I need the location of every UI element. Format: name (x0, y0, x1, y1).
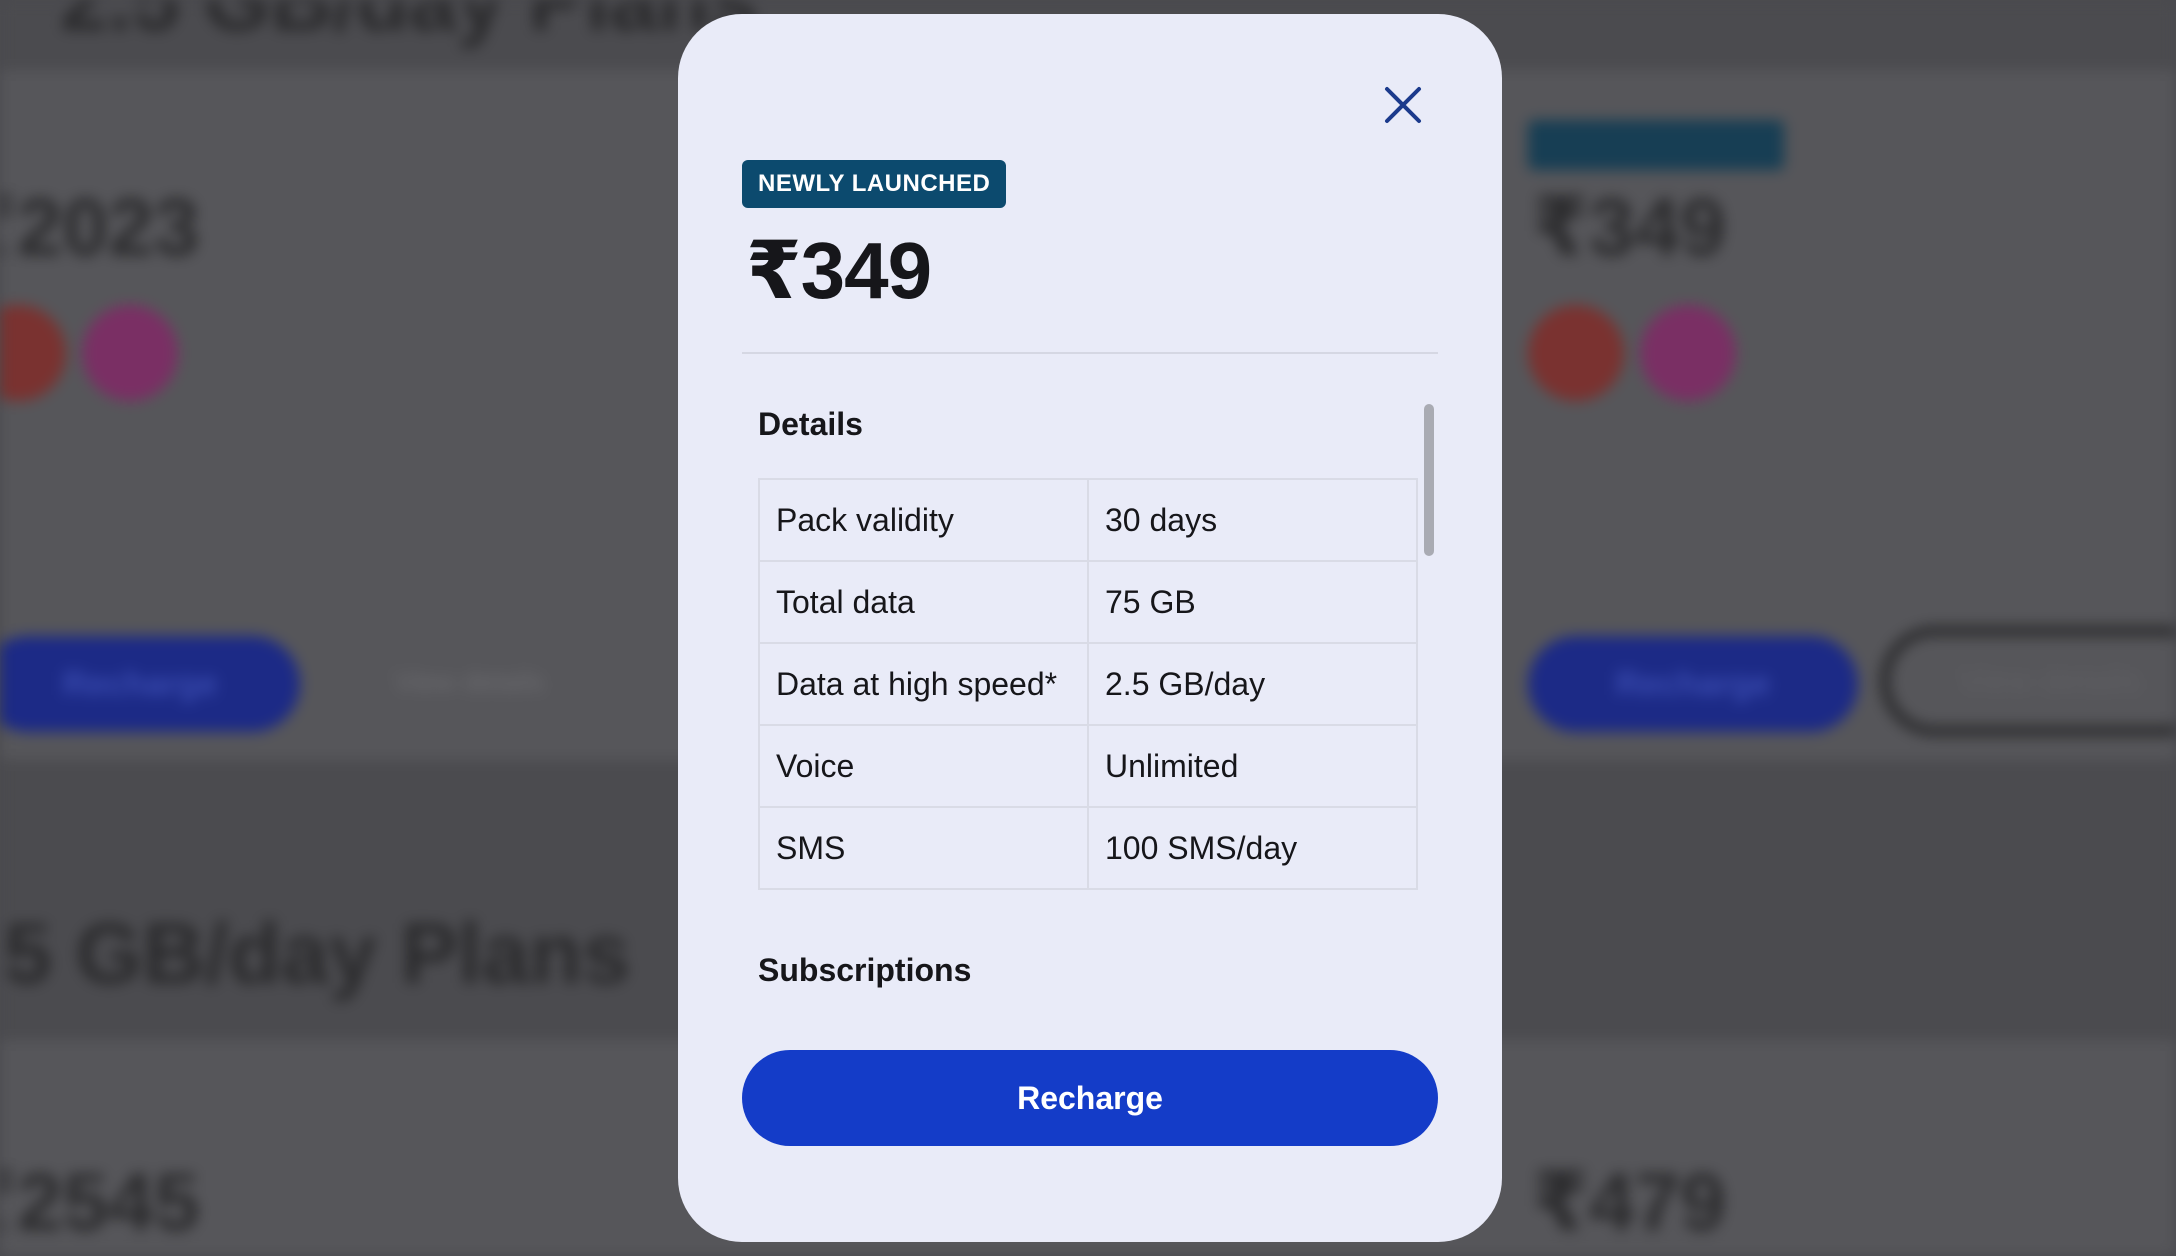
detail-value: 30 days (1087, 478, 1418, 562)
background-plan-price: ₹2023 (0, 182, 200, 273)
background-section-heading: .5 GB/day Plans (0, 906, 631, 1002)
detail-label: Data at high speed* (758, 642, 1089, 726)
background-plan-price: ₹349 (1532, 182, 1726, 273)
background-recharge-button: Recharge (0, 636, 300, 732)
detail-value: 100 SMS/day (1087, 806, 1418, 890)
table-row: Data at high speed* 2.5 GB/day (758, 642, 1418, 726)
background-recharge-button: Recharge (1528, 636, 1858, 732)
detail-label: Pack validity (758, 478, 1089, 562)
background-view-details-link: View details (395, 666, 544, 697)
detail-value: 2.5 GB/day (1087, 642, 1418, 726)
background-ott-logo (82, 305, 178, 401)
background-plan-price: ₹479 (1532, 1157, 1726, 1248)
detail-value: 75 GB (1087, 560, 1418, 644)
details-scroll-area[interactable]: Details Pack validity 30 days Total data… (742, 386, 1438, 1016)
subscriptions-title: Subscriptions (758, 952, 972, 988)
detail-value: Unlimited (1087, 724, 1418, 808)
background-badge (1528, 120, 1784, 170)
divider (742, 352, 1438, 354)
table-row: SMS 100 SMS/day (758, 806, 1418, 890)
background-plan-price: ₹2545 (0, 1157, 200, 1248)
plan-details-modal: NEWLY LAUNCHED ₹349 Details Pack validit… (678, 14, 1502, 1242)
background-ott-logo (1640, 305, 1736, 401)
close-icon (1385, 87, 1421, 123)
detail-label: Voice (758, 724, 1089, 808)
recharge-button[interactable]: Recharge (742, 1050, 1438, 1146)
background-ott-logo (1528, 305, 1624, 401)
details-title: Details (758, 406, 863, 442)
background-section-heading: 2.5 GB/day Plans (60, 0, 758, 49)
detail-label: SMS (758, 806, 1089, 890)
scrollbar[interactable] (1424, 404, 1434, 556)
table-row: Pack validity 30 days (758, 478, 1418, 562)
plan-price: ₹349 (746, 226, 932, 315)
table-row: Total data 75 GB (758, 560, 1418, 644)
detail-label: Total data (758, 560, 1089, 644)
newly-launched-badge: NEWLY LAUNCHED (742, 160, 1007, 208)
close-button[interactable] (1378, 80, 1428, 130)
details-table: Pack validity 30 days Total data 75 GB D… (758, 478, 1418, 890)
table-row: Voice Unlimited (758, 724, 1418, 808)
background-view-details-button: View details (1880, 626, 2176, 736)
